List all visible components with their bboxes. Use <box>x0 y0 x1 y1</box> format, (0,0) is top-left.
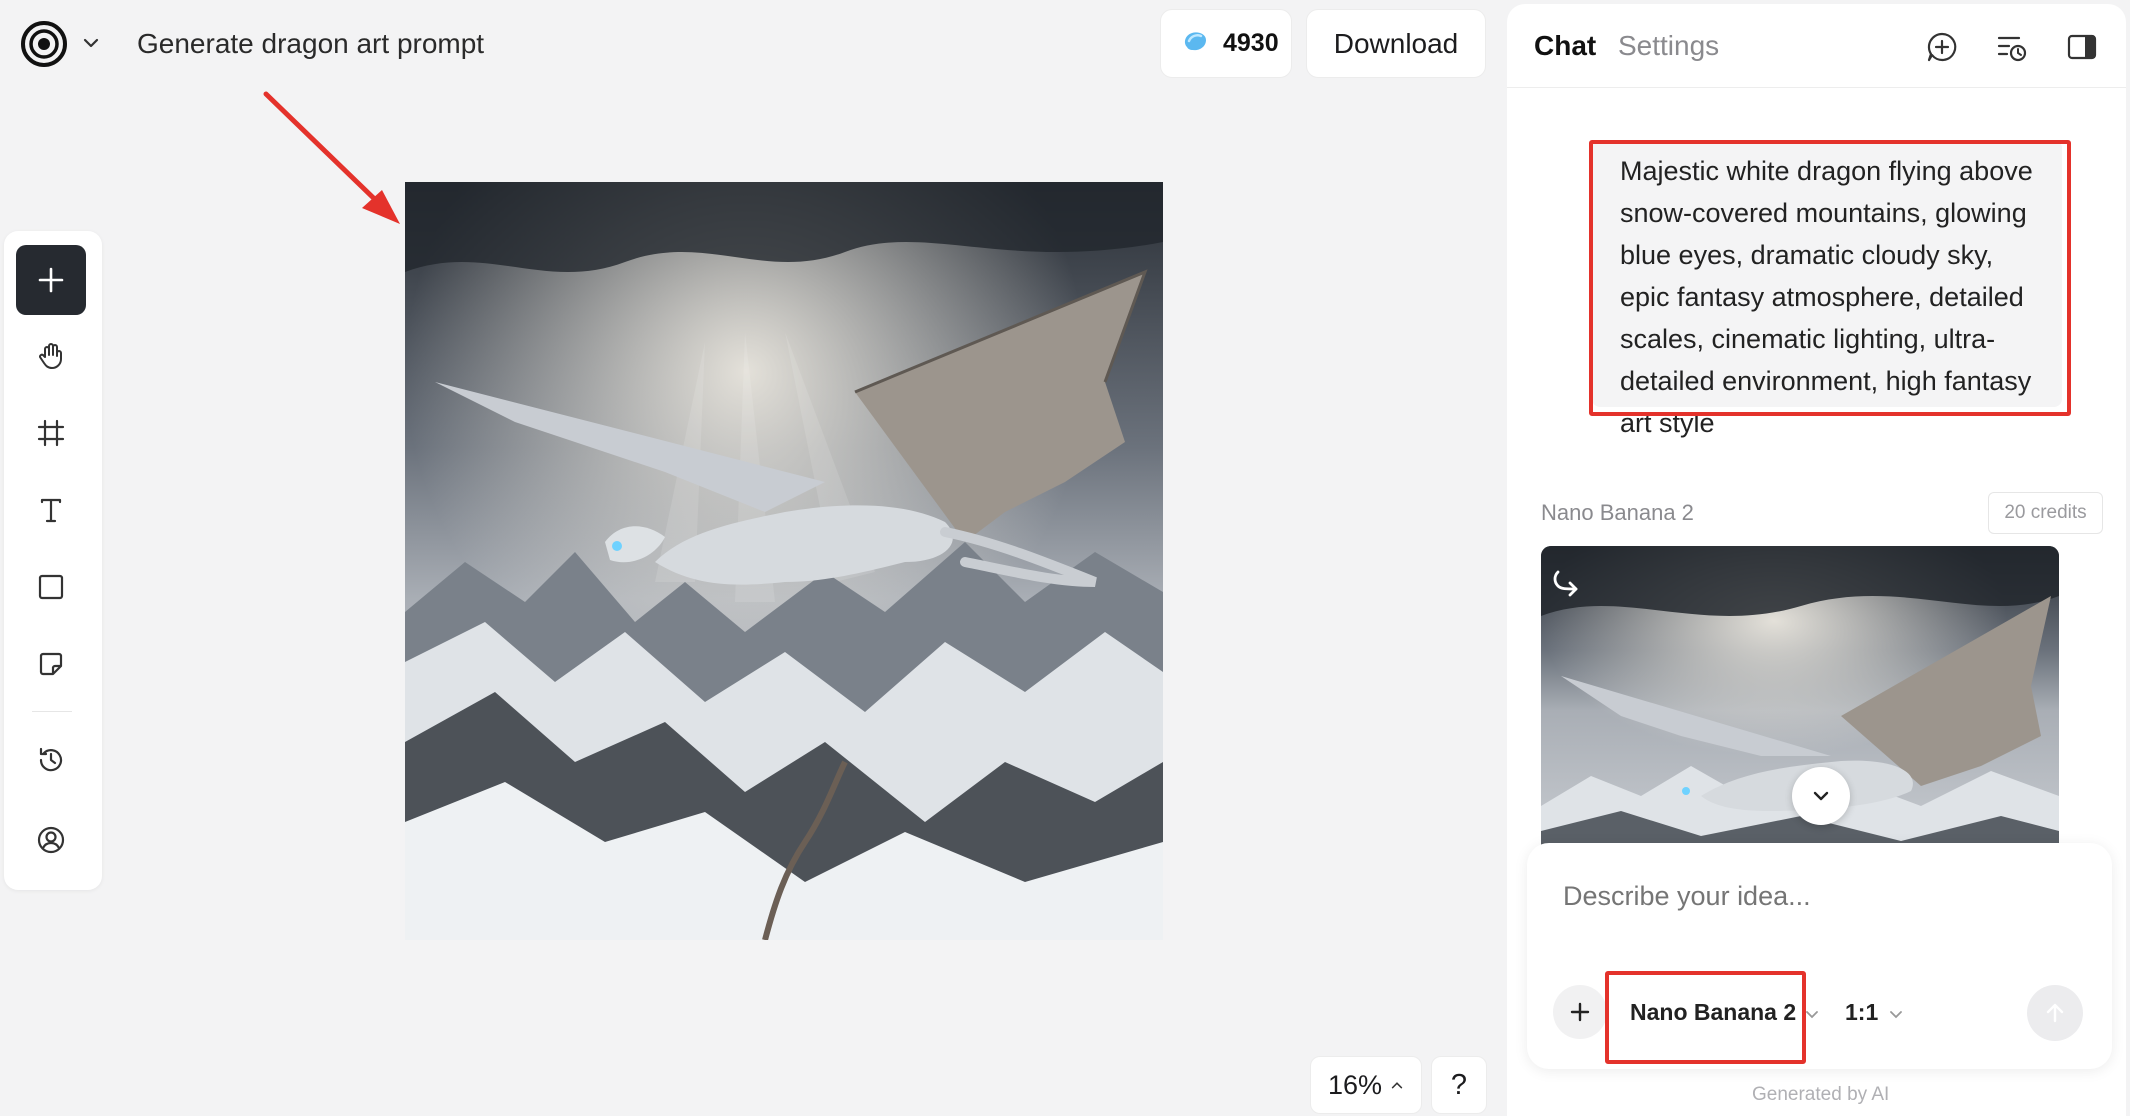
text-tool-button[interactable] <box>16 475 86 545</box>
user-circle-icon <box>37 826 65 854</box>
result-credits-badge: 20 credits <box>1988 492 2103 534</box>
add-tool-button[interactable] <box>16 245 86 315</box>
frame-tool-button[interactable] <box>16 398 86 468</box>
plus-icon <box>38 267 64 293</box>
annotation-arrow <box>263 91 400 224</box>
sticky-note-icon <box>39 652 63 676</box>
credits-count: 4930 <box>1223 29 1279 57</box>
panel-header: Chat Settings <box>1507 4 2126 88</box>
help-button[interactable]: ? <box>1431 1056 1487 1114</box>
prompt-input[interactable] <box>1563 881 2083 912</box>
square-icon <box>38 574 64 600</box>
chevron-down-icon[interactable] <box>1804 1006 1820 1022</box>
history-icon <box>39 747 63 772</box>
chevron-down-icon <box>1813 791 1829 801</box>
history-tool-button[interactable] <box>16 725 86 795</box>
result-model-name: Nano Banana 2 <box>1541 500 1694 525</box>
text-icon <box>40 498 62 523</box>
rectangle-tool-button[interactable] <box>16 552 86 622</box>
dragon-artwork <box>405 182 1163 940</box>
profile-tool-button[interactable] <box>16 805 86 875</box>
panel-toggle-icon[interactable] <box>2065 30 2099 64</box>
generated-by-ai-note: Generated by AI <box>1752 1084 1890 1105</box>
reuse-arrow-icon[interactable] <box>1548 566 1586 604</box>
tab-settings[interactable]: Settings <box>1618 30 1719 62</box>
credits-button[interactable]: 4930 <box>1160 9 1292 78</box>
new-chat-icon[interactable] <box>1925 30 1959 64</box>
chevron-down-icon[interactable] <box>1888 1006 1904 1022</box>
aspect-ratio-selector[interactable]: 1:1 <box>1845 999 1878 1026</box>
annotation-highlight-prompt <box>1589 140 2071 416</box>
toolbar-divider <box>32 711 72 712</box>
hand-icon <box>39 343 62 369</box>
app-root: Generate dragon art prompt 4930 Download <box>0 0 2130 1116</box>
zoom-level: 16% <box>1327 1069 1383 1100</box>
tab-chat[interactable]: Chat <box>1534 30 1596 62</box>
scroll-down-button[interactable] <box>1792 767 1850 825</box>
gem-icon <box>1179 25 1211 62</box>
attach-button[interactable] <box>1553 985 1607 1039</box>
chevron-down-icon[interactable] <box>80 32 102 54</box>
document-title[interactable]: Generate dragon art prompt <box>137 26 484 62</box>
hand-tool-button[interactable] <box>16 321 86 391</box>
sticky-note-tool-button[interactable] <box>16 629 86 699</box>
plus-icon <box>1570 1002 1590 1022</box>
download-button[interactable]: Download <box>1306 9 1486 78</box>
chevron-up-icon <box>1391 1082 1403 1089</box>
canvas-dragon-image[interactable] <box>405 182 1163 940</box>
left-toolbar <box>4 231 102 890</box>
zoom-control[interactable]: 16% <box>1310 1056 1422 1114</box>
annotation-highlight-model <box>1605 971 1806 1064</box>
history-list-icon[interactable] <box>1995 30 2029 64</box>
frame-icon <box>37 419 65 447</box>
send-button[interactable] <box>2027 985 2083 1041</box>
arrow-up-icon <box>2046 1003 2064 1023</box>
app-logo-icon[interactable] <box>20 20 68 68</box>
